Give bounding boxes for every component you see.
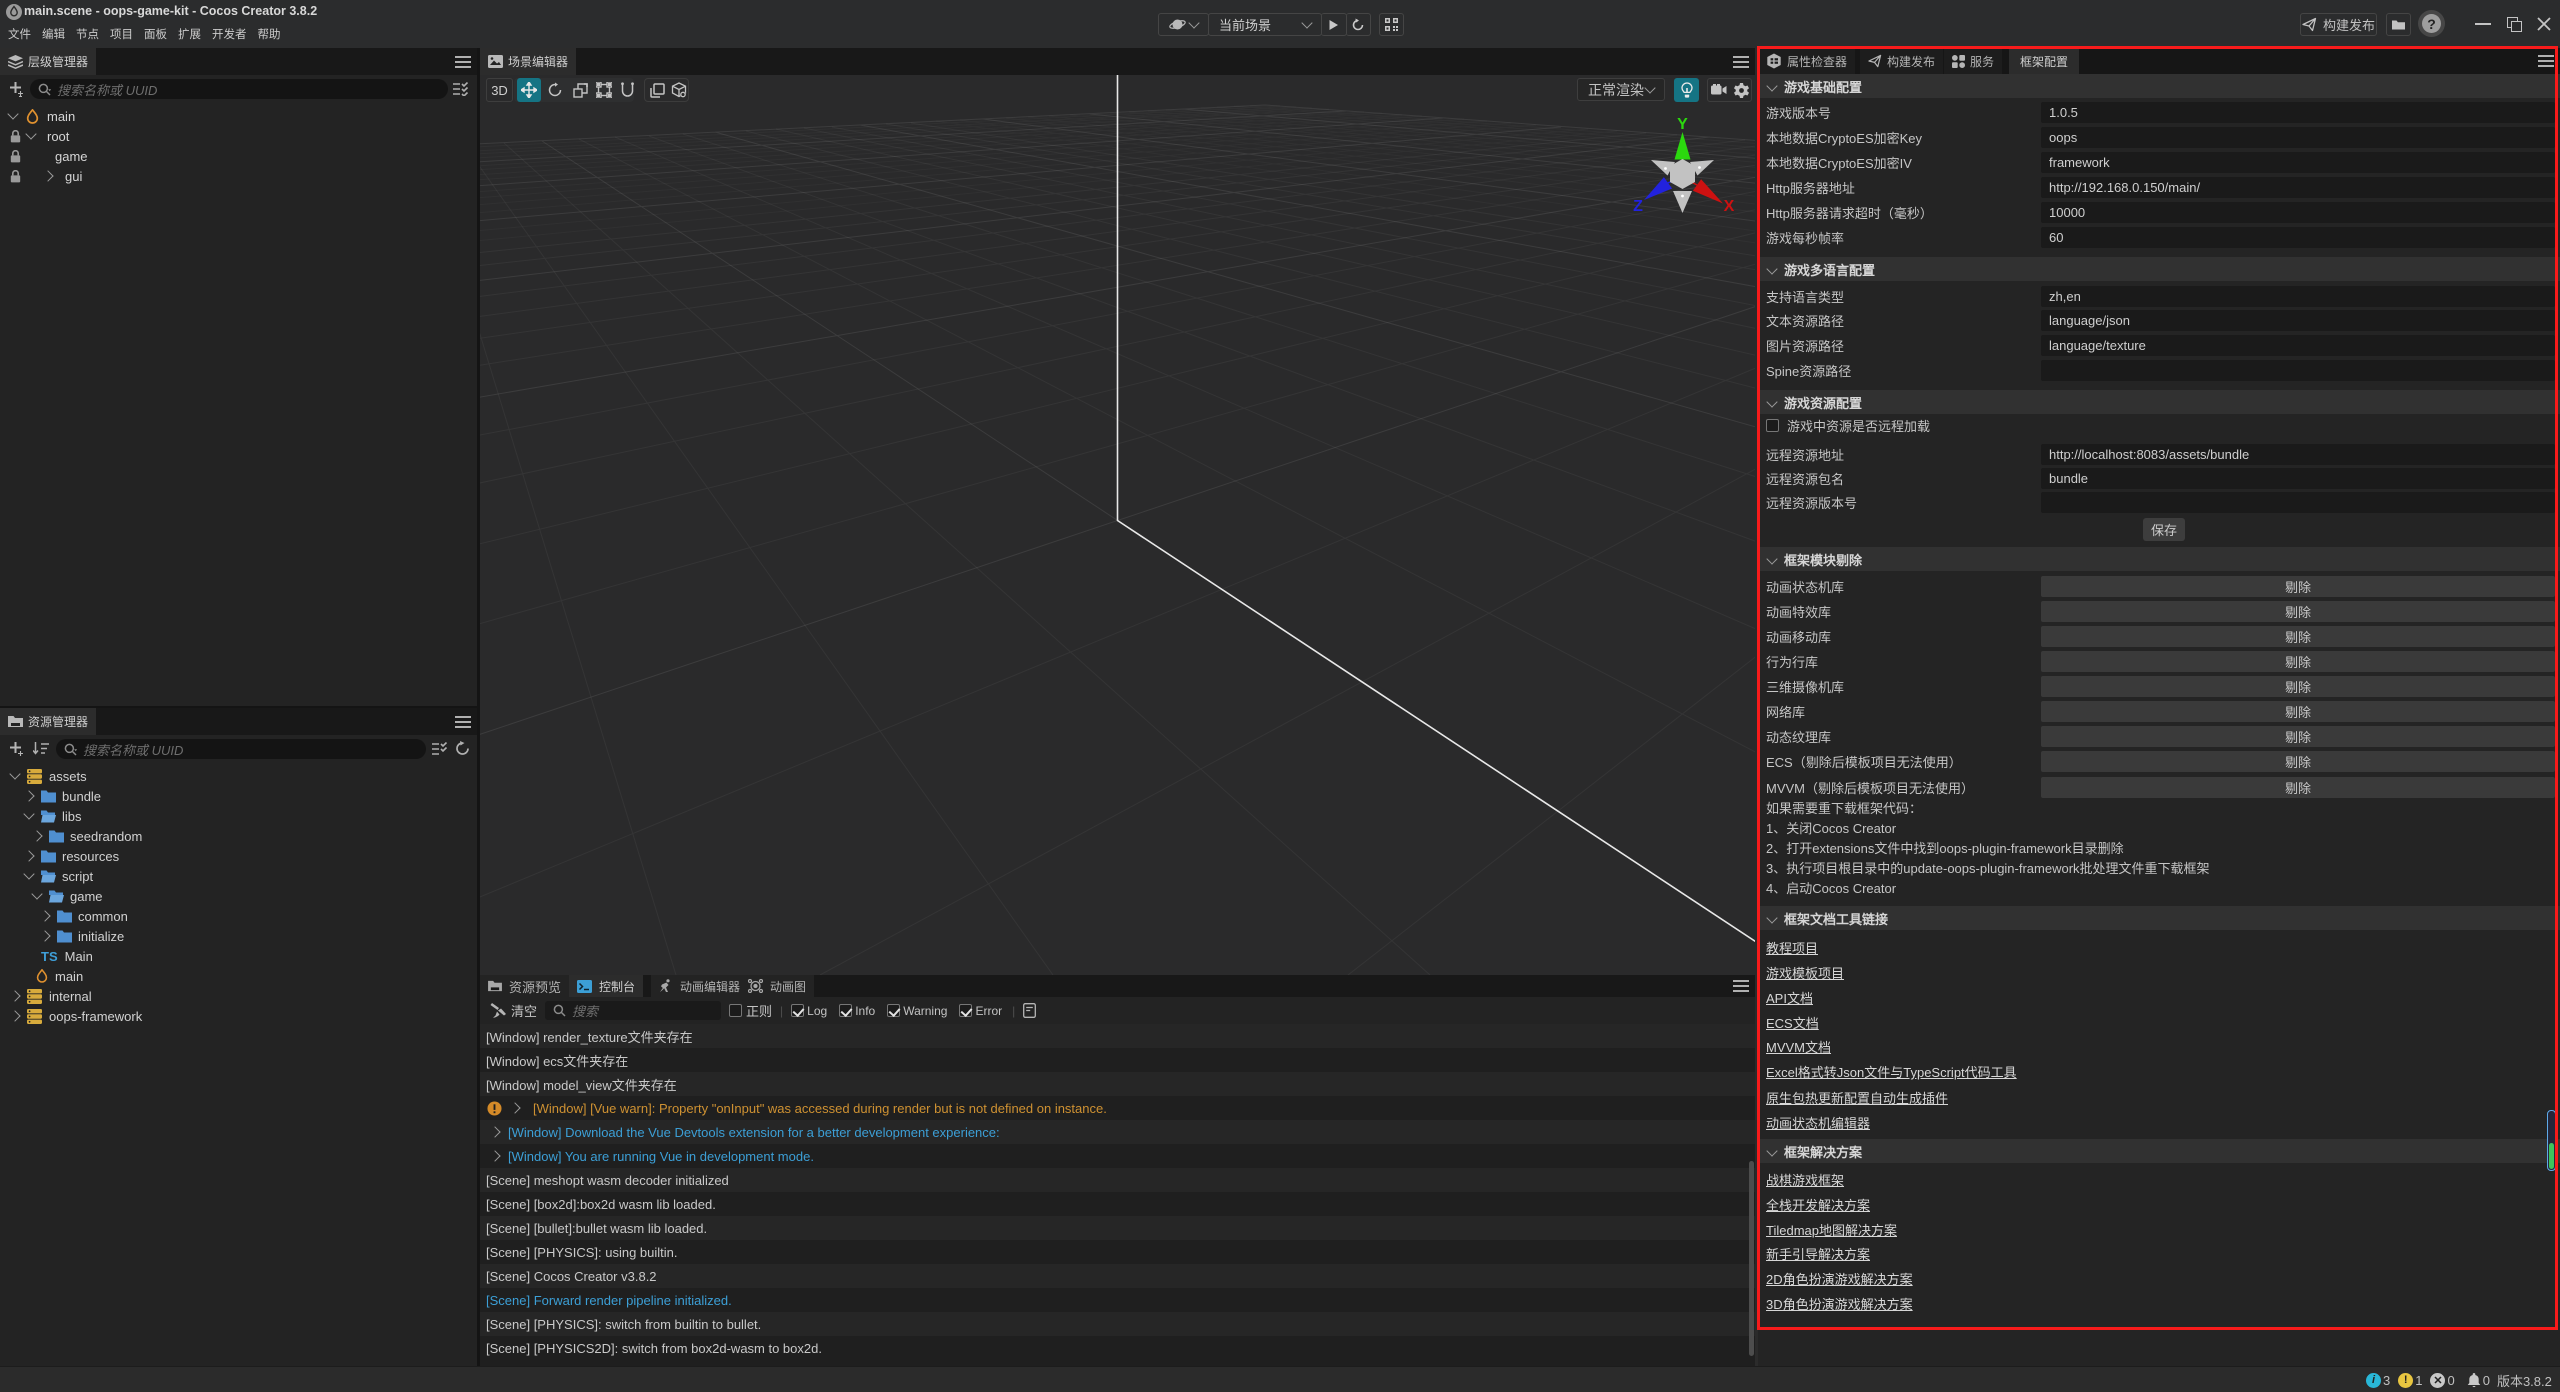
svg-text:Y: Y: [1677, 116, 1688, 133]
svg-text:X: X: [1724, 198, 1735, 215]
svg-text:Z: Z: [1633, 198, 1643, 215]
